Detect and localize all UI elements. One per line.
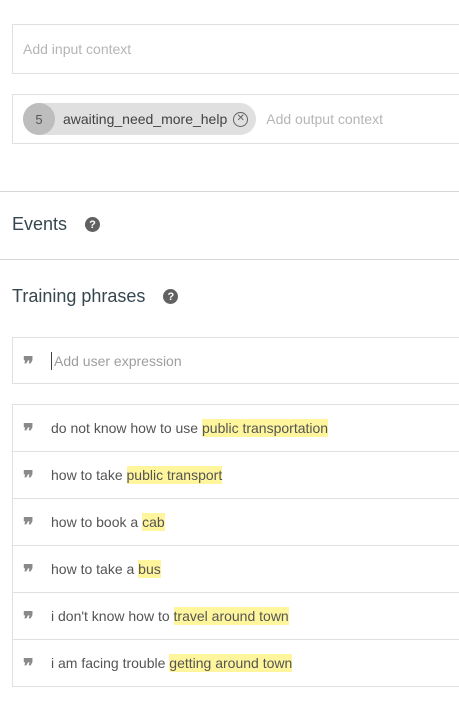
training-phrase-row[interactable]: ❞ how to book a cab: [13, 499, 459, 546]
training-phrase-row[interactable]: ❞ do not know how to use public transport…: [13, 405, 459, 452]
input-context-placeholder: Add input context: [23, 41, 132, 57]
phrase-text: how to take a: [51, 561, 139, 577]
phrase-entity-highlight[interactable]: travel around town: [173, 607, 289, 625]
phrase-text: how to take: [51, 467, 127, 483]
output-context-placeholder: Add output context: [266, 111, 383, 127]
training-title-text: Training phrases: [12, 286, 146, 306]
section-divider: [0, 191, 459, 192]
add-user-expression-row[interactable]: ❞: [12, 337, 459, 384]
quote-icon: ❞: [23, 351, 34, 376]
training-phrase-row[interactable]: ❞ how to take a bus: [13, 546, 459, 593]
phrase-text: do not know how to use: [51, 420, 202, 436]
training-phrase-list: ❞ do not know how to use public transport…: [12, 404, 459, 687]
training-phrase-row[interactable]: ❞ how to take public transport: [13, 452, 459, 499]
phrase-entity-highlight[interactable]: cab: [142, 513, 165, 531]
phrase-text: i don't know how to: [51, 608, 174, 624]
quote-icon: ❞: [23, 560, 34, 584]
events-section-title[interactable]: Events ?: [12, 214, 101, 235]
events-title-text: Events: [12, 214, 68, 234]
help-icon[interactable]: ?: [163, 289, 179, 304]
training-phrase-row[interactable]: ❞ i don't know how to travel around town: [13, 593, 459, 640]
quote-icon: ❞: [23, 419, 34, 443]
training-phrase-row[interactable]: ❞ i am facing trouble getting around town: [13, 640, 459, 686]
training-phrases-title: Training phrases ?: [12, 286, 179, 307]
help-icon[interactable]: ?: [85, 217, 101, 232]
user-expression-input[interactable]: [51, 351, 356, 370]
quote-icon: ❞: [23, 466, 34, 490]
quote-icon: ❞: [23, 513, 34, 537]
output-context-chip[interactable]: 5 awaiting_need_more_help ✕: [23, 103, 257, 135]
phrase-text: how to book a: [51, 514, 143, 530]
section-divider: [0, 259, 459, 260]
context-chip-label: awaiting_need_more_help: [63, 111, 228, 127]
input-context-field[interactable]: Add input context: [12, 24, 459, 74]
quote-icon: ❞: [23, 654, 34, 678]
remove-context-icon[interactable]: ✕: [233, 111, 249, 127]
phrase-entity-highlight[interactable]: public transportation: [202, 419, 329, 437]
phrase-entity-highlight[interactable]: getting around town: [169, 654, 293, 672]
context-lifespan-count[interactable]: 5: [23, 103, 55, 135]
phrase-entity-highlight[interactable]: public transport: [126, 466, 223, 484]
phrase-entity-highlight[interactable]: bus: [138, 560, 161, 578]
quote-icon: ❞: [23, 607, 34, 631]
phrase-text: i am facing trouble: [51, 655, 170, 671]
output-context-field[interactable]: 5 awaiting_need_more_help ✕ Add output c…: [12, 94, 459, 144]
